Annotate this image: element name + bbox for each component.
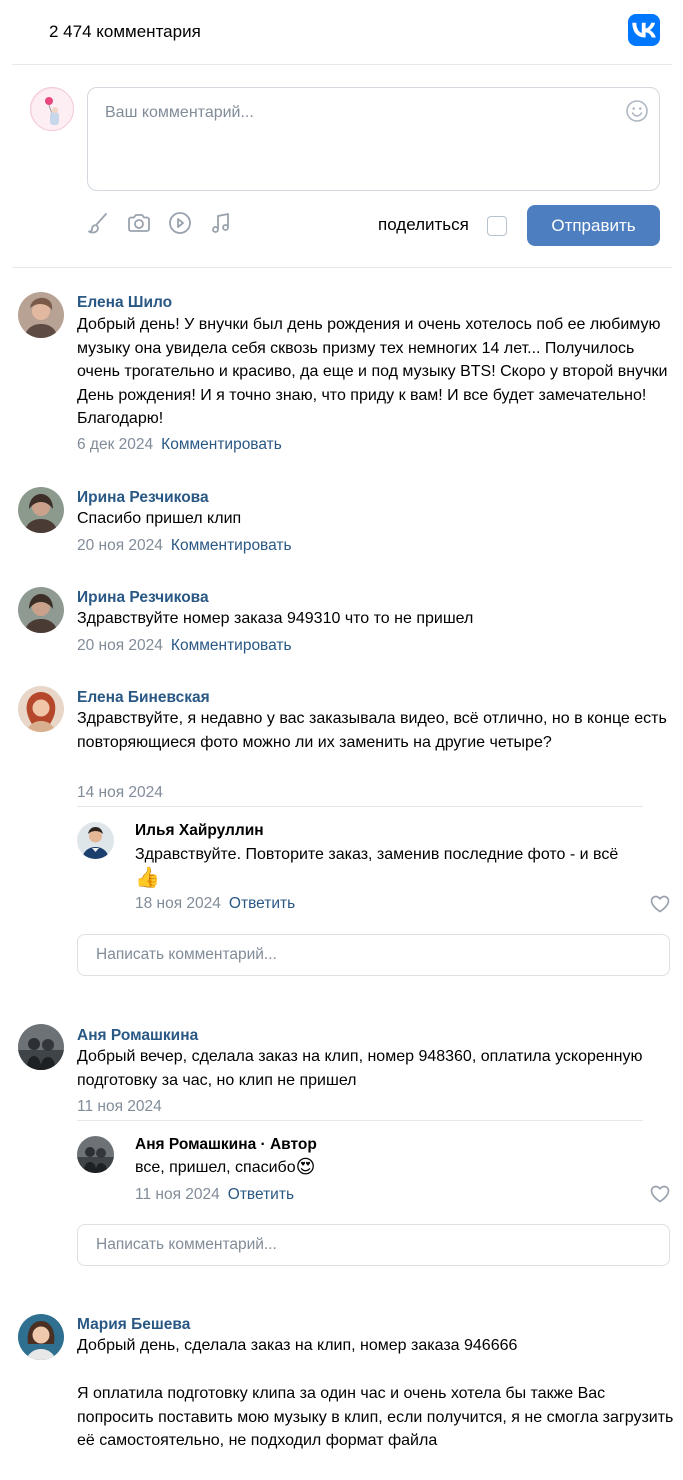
- comment-meta: 6 дек 2024 Комментировать: [77, 436, 282, 454]
- reply-date: 11 ноя 2024: [135, 1186, 220, 1203]
- comment-text: Здравствуйте, я недавно у вас заказывала…: [77, 710, 667, 751]
- smile-icon[interactable]: [625, 99, 649, 128]
- comments-count: 2 474 комментария: [49, 22, 201, 41]
- reply-author[interactable]: Илья Хайруллин: [135, 822, 264, 840]
- share-label: поделиться: [378, 215, 469, 234]
- share-checkbox[interactable]: [487, 216, 507, 236]
- reply-placeholder: Написать комментарий...: [96, 1236, 277, 1253]
- comment-text: Здравствуйте номер заказа 949310 что то …: [77, 610, 474, 627]
- reply-author[interactable]: Аня Ромашкина · Автор: [135, 1136, 317, 1154]
- comment-author[interactable]: Ирина Резчикова: [77, 489, 209, 507]
- comment-author[interactable]: Елена Биневская: [77, 689, 210, 707]
- avatar[interactable]: [77, 822, 114, 859]
- reply-date: 18 ноя 2024: [135, 895, 221, 912]
- reply-input[interactable]: Написать комментарий...: [77, 934, 670, 976]
- like-heart-icon[interactable]: [650, 1185, 670, 1203]
- comment-date: 20 ноя 2024: [77, 537, 163, 554]
- reply-author-name[interactable]: Аня Ромашкина: [135, 1136, 256, 1153]
- comment-date: 6 дек 2024: [77, 436, 154, 453]
- play-icon[interactable]: [167, 210, 193, 236]
- author-badge: · Автор: [256, 1136, 317, 1153]
- thumbs-up-emoji: 👍: [135, 866, 160, 889]
- comment-date: 11 ноя 2024: [77, 1098, 162, 1115]
- composer-divider: [12, 267, 672, 268]
- thread-divider: [77, 1120, 643, 1121]
- comment-author[interactable]: Аня Ромашкина: [77, 1027, 198, 1045]
- reply-input[interactable]: Написать комментарий...: [77, 1224, 670, 1266]
- camera-icon[interactable]: [126, 210, 152, 236]
- avatar[interactable]: [18, 587, 64, 633]
- avatar[interactable]: [18, 487, 64, 533]
- comment-meta: 20 ноя 2024 Комментировать: [77, 537, 292, 555]
- comment-meta: 14 ноя 2024: [77, 784, 163, 802]
- reply-placeholder: Написать комментарий...: [96, 946, 277, 963]
- comment-date: 14 ноя 2024: [77, 784, 163, 801]
- reply-action-link[interactable]: Ответить: [228, 1186, 294, 1203]
- comment-text: Добрый день! У внучки был день рождения …: [77, 316, 668, 427]
- like-heart-icon[interactable]: [650, 895, 670, 913]
- reply-meta: 11 ноя 2024 Ответить: [135, 1186, 294, 1204]
- send-button[interactable]: Отправить: [527, 205, 660, 246]
- comment-text: Спасибо пришел клип: [77, 510, 242, 527]
- reply-text-content: Здравствуйте. Повторите заказ, заменив п…: [135, 846, 619, 863]
- reply-text: все, пришел, спасибо😍: [135, 1156, 670, 1180]
- vk-logo-icon[interactable]: [628, 14, 660, 46]
- brush-icon[interactable]: [85, 210, 111, 236]
- user-avatar[interactable]: [30, 87, 74, 131]
- reply-action-link[interactable]: Ответить: [229, 895, 295, 912]
- comment-meta: 20 ноя 2024 Комментировать: [77, 637, 292, 655]
- comment-action-link[interactable]: Комментировать: [171, 537, 292, 554]
- thread-divider: [77, 806, 643, 807]
- avatar[interactable]: [18, 1314, 64, 1360]
- comment-action-link[interactable]: Комментировать: [171, 637, 292, 654]
- avatar[interactable]: [18, 1024, 64, 1070]
- reply-text-content: все, пришел, спасибо: [135, 1159, 296, 1176]
- comments-header: 2 474 комментария: [0, 0, 683, 64]
- comment-textarea[interactable]: Ваш комментарий...: [87, 87, 660, 191]
- comment-text: Добрый день, сделала заказ на клип, номе…: [77, 1337, 518, 1354]
- comment-author[interactable]: Елена Шило: [77, 294, 172, 312]
- comment-meta: 11 ноя 2024: [77, 1098, 162, 1116]
- comment-placeholder: Ваш комментарий...: [105, 104, 254, 121]
- heart-eyes-emoji: 😍: [295, 1157, 316, 1179]
- header-divider: [12, 64, 672, 65]
- avatar[interactable]: [77, 1136, 114, 1173]
- reply-meta: 18 ноя 2024 Ответить: [135, 895, 295, 913]
- comment-author[interactable]: Ирина Резчикова: [77, 589, 209, 607]
- avatar[interactable]: [18, 686, 64, 732]
- comment-text: Добрый вечер, сделала заказ на клип, ном…: [77, 1048, 643, 1089]
- comment-author[interactable]: Мария Бешева: [77, 1316, 190, 1334]
- comment-action-link[interactable]: Комментировать: [161, 436, 282, 453]
- comment-date: 20 ноя 2024: [77, 637, 163, 654]
- reply-text: Здравствуйте. Повторите заказ, заменив п…: [135, 843, 670, 890]
- comment-text-paragraph: Я оплатила подготовку клипа за один час …: [77, 1385, 674, 1449]
- avatar[interactable]: [18, 292, 64, 338]
- music-icon[interactable]: [208, 210, 234, 236]
